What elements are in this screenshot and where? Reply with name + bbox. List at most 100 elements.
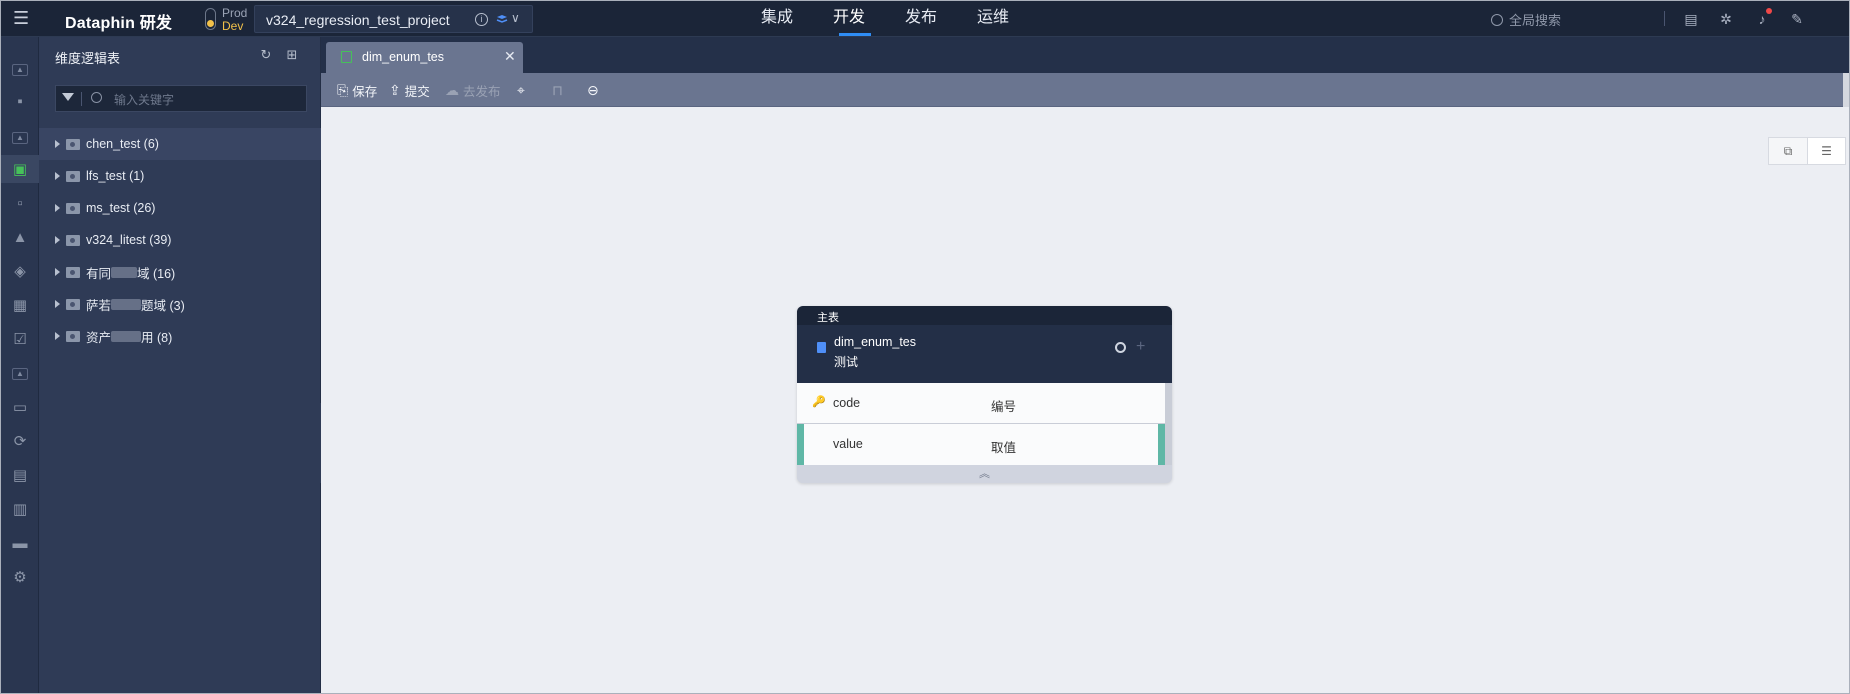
tab-dim-enum-tes[interactable]: dim_enum_tes ✕ — [326, 42, 523, 73]
save-button[interactable]: ⎘ 保存 — [337, 81, 377, 99]
tab-label: dim_enum_tes — [362, 50, 444, 64]
upload-icon: ⇪ — [389, 81, 401, 98]
env-prod-label[interactable]: Prod — [222, 6, 247, 20]
env-dev-label[interactable]: Dev — [222, 19, 243, 33]
dashboard-icon: ▥ — [12, 501, 28, 518]
editor-toolbar: ⎘ 保存 ⇪ 提交 ☁ 去发布 ⌖ ⊓ ⊖ — [321, 73, 1849, 107]
search-input[interactable]: 输入关键字 — [114, 91, 174, 108]
grid-icon: ▪ — [17, 92, 23, 110]
rail-item-sync[interactable]: ⟳ — [1, 427, 39, 455]
document-icon[interactable]: ▤ — [1682, 10, 1700, 28]
caret-right-icon[interactable] — [55, 236, 60, 244]
list-view-button[interactable]: ☰ — [1806, 138, 1845, 164]
filter-icon[interactable] — [62, 93, 74, 101]
diagram-view-button[interactable]: ⧉ — [1769, 138, 1807, 164]
env-toggle[interactable] — [205, 8, 216, 30]
wrench-icon[interactable]: ✎ — [1788, 10, 1806, 28]
save-label: 保存 — [352, 84, 378, 99]
caret-right-icon[interactable] — [55, 172, 60, 180]
tree-item[interactable]: lfs_test (1) — [39, 160, 321, 192]
info-icon[interactable]: i — [475, 13, 488, 26]
monitor-icon: ▭ — [12, 399, 28, 416]
tree-item[interactable]: ms_test (26) — [39, 192, 321, 224]
list-icon: ☰ — [1821, 144, 1832, 158]
trend-icon: ▦ — [12, 297, 28, 314]
rail-item-drive[interactable]: ▬ — [1, 529, 39, 557]
search-divider — [81, 92, 82, 106]
field-row[interactable]: 🔑 code 编号 — [797, 383, 1172, 424]
tree-item[interactable]: v324_litest (39) — [39, 224, 321, 256]
folder-icon — [66, 234, 80, 246]
save-icon: ⎘ — [337, 81, 349, 98]
refresh-icon[interactable]: ↻ — [258, 47, 274, 63]
toolbar-scrollbar[interactable] — [1843, 73, 1849, 107]
tree-item[interactable]: 有同 域 (16) — [39, 256, 321, 288]
rail-item-check[interactable]: ☑ — [1, 325, 39, 353]
diagram-icon: ⧉ — [1783, 143, 1793, 158]
rail-item-doc[interactable]: ▤ — [1, 461, 39, 489]
gear-icon: ⚙ — [13, 569, 27, 586]
caret-right-icon[interactable] — [55, 204, 60, 212]
collapse-up-icon[interactable]: ▲ — [12, 64, 28, 76]
chevron-down-icon[interactable]: ∨ — [511, 11, 520, 25]
caret-right-icon[interactable] — [55, 140, 60, 148]
tree-item[interactable]: chen_test (6) — [39, 128, 321, 160]
rail-item-settings[interactable]: ⚙ — [1, 563, 39, 591]
tree-item-label: v324_litest (39) — [86, 233, 172, 247]
app-window: ☰ Dataphin 研发 Prod Dev v324_regression_t… — [0, 0, 1850, 694]
rail-item-trend[interactable]: ▦ — [1, 291, 39, 319]
caret-right-icon[interactable] — [55, 268, 60, 276]
redacted-text — [111, 330, 142, 342]
collapse-up-icon[interactable]: ▲ — [12, 368, 28, 380]
nav-release[interactable]: 发布 — [885, 1, 957, 37]
rail-item-layers[interactable]: ◈ — [1, 257, 39, 285]
tree-item[interactable]: 资产 用 (8) — [39, 320, 321, 352]
location-pin-icon: ⌖ — [517, 81, 525, 98]
submit-button[interactable]: ⇪ 提交 — [389, 81, 430, 99]
rail-item-overview[interactable]: ▪ — [1, 87, 39, 115]
card-scroll-track — [1165, 383, 1172, 465]
table-card[interactable]: 主表 dim_enum_tes 测试 + 🔑 code 编号 value 取值 … — [797, 306, 1172, 483]
caret-right-icon[interactable] — [55, 332, 60, 340]
nav-operations[interactable]: 运维 — [957, 1, 1029, 37]
rail-item-dashboard[interactable]: ▥ — [1, 495, 39, 523]
toolbar-divider — [1664, 11, 1665, 26]
caret-right-icon[interactable] — [55, 300, 60, 308]
publish-button[interactable]: ☁ 去发布 — [445, 81, 501, 99]
rail-item-fact[interactable]: ▫ — [1, 189, 39, 217]
location-button[interactable]: ⌖ — [517, 81, 529, 99]
chart-icon: ▫ — [17, 194, 23, 212]
project-selector[interactable]: v324_regression_test_project i ∨ — [254, 5, 533, 33]
search-icon — [91, 92, 102, 103]
panel-title: 维度逻辑表 — [55, 51, 121, 66]
bug-icon[interactable]: ✲ — [1717, 10, 1735, 28]
tree-item[interactable]: 萨若 题域 (3) — [39, 288, 321, 320]
project-name: v324_regression_test_project — [266, 12, 450, 28]
collapse-up-icon[interactable]: ▲ — [12, 132, 28, 144]
rail-item-dimension[interactable]: ▣ — [1, 155, 39, 183]
lock-button[interactable]: ⊓ — [552, 81, 567, 99]
search-icon[interactable] — [1115, 342, 1126, 353]
field-name: code — [833, 396, 861, 410]
file-icon — [817, 342, 826, 353]
nav-development[interactable]: 开发 — [813, 1, 885, 37]
minus-circle-button[interactable]: ⊖ — [587, 81, 603, 99]
tree-item-label: ms_test (26) — [86, 201, 156, 215]
rail-item-monitor[interactable]: ▭ — [1, 393, 39, 421]
close-icon[interactable]: ✕ — [504, 48, 516, 65]
tree-item-label: chen_test (6) — [86, 137, 159, 151]
global-search[interactable]: 全局搜索 — [1491, 10, 1651, 28]
rail-item-triangle[interactable]: ▲ — [1, 223, 39, 251]
checklist-icon: ☑ — [13, 331, 27, 348]
card-header: 主表 — [797, 306, 1172, 325]
top-nav: 集成 开发 发布 运维 — [741, 1, 1029, 37]
double-chevron-up-icon: ︽ — [979, 468, 990, 480]
field-row[interactable]: value 取值 — [797, 424, 1172, 465]
menu-icon[interactable]: ☰ — [13, 9, 31, 27]
add-icon[interactable]: + — [1136, 338, 1145, 356]
nav-integration[interactable]: 集成 — [741, 1, 813, 37]
triangle-icon: ▲ — [12, 228, 28, 246]
view-switcher: ⧉ ☰ — [1768, 137, 1846, 165]
new-file-icon[interactable]: ⊞ — [284, 47, 300, 63]
collapse-card-button[interactable]: ︽ — [797, 465, 1172, 483]
